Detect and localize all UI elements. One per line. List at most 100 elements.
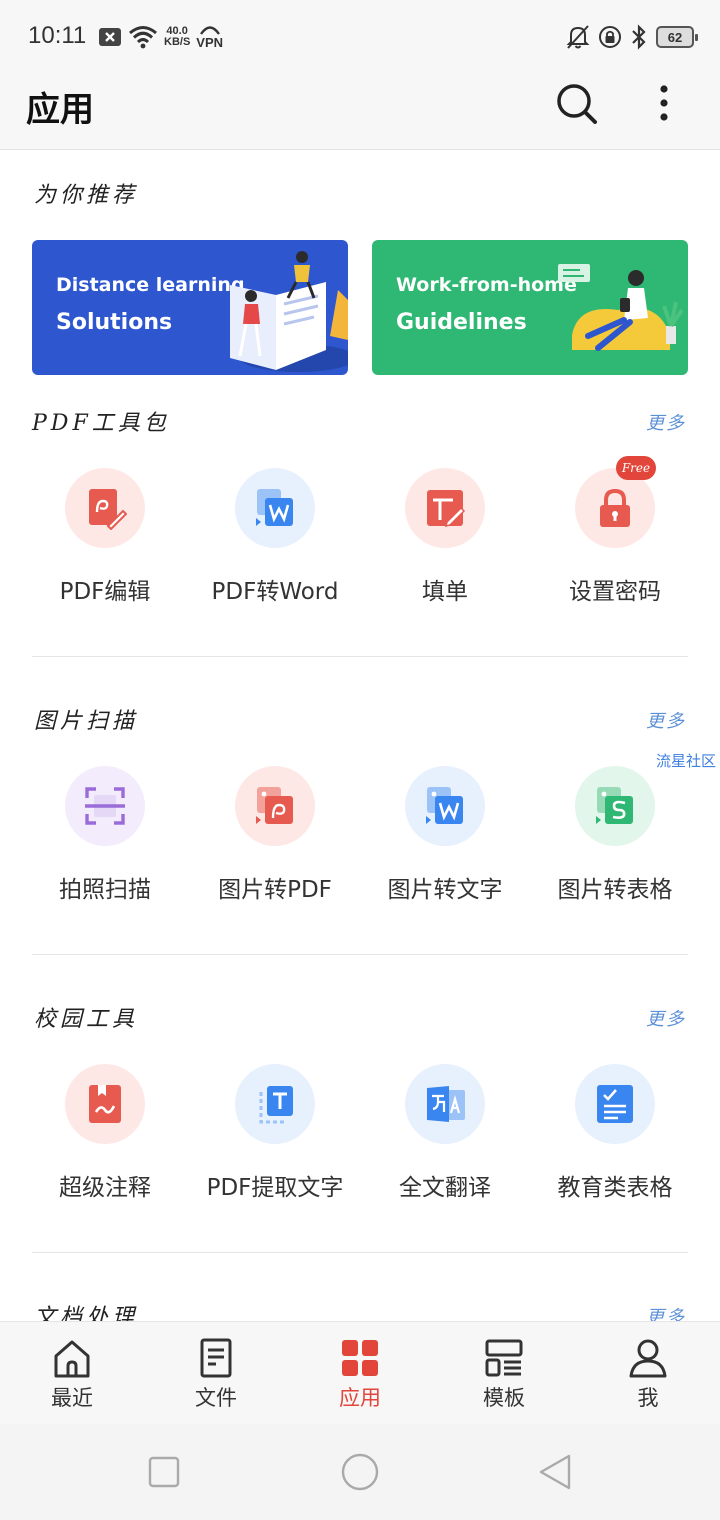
banner-line2: Solutions — [56, 310, 173, 335]
pdf-to-word-icon — [235, 468, 315, 548]
tool-label: 填单 — [422, 579, 468, 605]
tool-edu-form[interactable]: 教育类表格 — [530, 1064, 700, 1224]
pdf-tools-row: PDF编辑 PDF转Word 填单 设置密码 — [20, 468, 700, 628]
more-options-icon[interactable] — [644, 80, 684, 128]
nav-label: 最近 — [51, 1386, 93, 1410]
home-button-icon[interactable] — [340, 1452, 380, 1492]
network-speed: 40.0 KB/S — [164, 26, 190, 48]
free-badge: Free — [616, 456, 656, 480]
home-icon — [54, 1340, 90, 1378]
speed-unit: KB/S — [164, 36, 191, 48]
section-divider — [32, 656, 688, 657]
tool-image-to-sheet[interactable]: 图片转表格 — [530, 766, 700, 926]
campus-tools-more-link[interactable]: 更多 — [646, 1005, 686, 1031]
back-icon[interactable] — [536, 1452, 576, 1492]
banner-line2: Guidelines — [396, 310, 527, 335]
notification-x-icon — [99, 28, 121, 46]
nav-me[interactable]: 我 — [576, 1322, 720, 1425]
search-icon[interactable] — [552, 80, 600, 128]
tool-image-to-text[interactable]: 图片转文字 — [360, 766, 530, 926]
doc-processing-title: 文档处理 — [34, 1305, 139, 1321]
bluetooth-icon — [632, 24, 646, 50]
tool-super-annotate[interactable]: 超级注释 — [20, 1064, 190, 1224]
file-icon — [200, 1338, 232, 1378]
section-divider — [32, 954, 688, 955]
recommend-title: 为你推荐 — [34, 183, 139, 208]
app-header: 应用 — [0, 72, 720, 150]
wifi-icon — [129, 26, 157, 49]
tool-image-to-pdf[interactable]: 图片转PDF — [190, 766, 360, 926]
person-icon — [629, 1339, 667, 1378]
campus-tools-row: 超级注释 PDF提取文字 全文翻译 教育类表格 — [20, 1064, 700, 1224]
annotate-icon — [65, 1064, 145, 1144]
section-divider — [32, 1252, 688, 1253]
tool-label: 拍照扫描 — [59, 877, 151, 903]
nav-recent[interactable]: 最近 — [0, 1322, 144, 1425]
status-right-icons: 62 — [566, 22, 698, 52]
reading-illustration-icon — [230, 251, 348, 372]
vpn-key-icon — [199, 26, 220, 35]
image-to-text-icon — [405, 766, 485, 846]
home-office-illustration-icon — [558, 264, 684, 351]
translate-icon — [405, 1064, 485, 1144]
nav-label: 文件 — [195, 1386, 237, 1410]
tool-label: 教育类表格 — [557, 1175, 673, 1201]
campus-tools-title: 校园工具 — [34, 1007, 139, 1032]
tool-pdf-extract-text[interactable]: PDF提取文字 — [190, 1064, 360, 1224]
tool-fill-form[interactable]: 填单 — [360, 468, 530, 628]
battery-indicator: 62 — [656, 26, 698, 48]
image-scan-more-link[interactable]: 更多 — [646, 707, 686, 733]
status-time: 10:11 — [28, 22, 87, 49]
system-navigation-bar — [0, 1424, 720, 1520]
tool-label: 全文翻译 — [399, 1175, 491, 1201]
fill-form-icon — [405, 468, 485, 548]
pdf-edit-icon — [65, 468, 145, 548]
tool-label: PDF转Word — [211, 579, 339, 605]
nav-files[interactable]: 文件 — [144, 1322, 288, 1425]
bottom-navigation: 最近 文件 应用 模板 我 — [0, 1321, 720, 1424]
tool-label: PDF编辑 — [59, 579, 151, 605]
image-scan-title: 图片扫描 — [34, 709, 139, 734]
app-content: 为你推荐 Distance learning Solutions Work-fr… — [0, 151, 720, 1321]
tool-pdf-to-word[interactable]: PDF转Word — [190, 468, 360, 628]
tool-label: 设置密码 — [569, 579, 661, 605]
nav-label: 模板 — [483, 1386, 525, 1410]
doc-processing-more-link[interactable]: 更多 — [646, 1303, 686, 1321]
status-bar: 10:11 40.0 KB/S VPN 62 — [0, 0, 720, 72]
banner-work-from-home[interactable]: Work-from-home Guidelines — [372, 240, 688, 375]
tool-set-password[interactable]: 设置密码 — [530, 468, 700, 628]
tool-full-translate[interactable]: 全文翻译 — [360, 1064, 530, 1224]
nav-apps[interactable]: 应用 — [288, 1322, 432, 1425]
apps-icon — [342, 1340, 378, 1376]
template-icon — [485, 1339, 523, 1377]
lock-icon — [575, 468, 655, 548]
pdf-tools-more-link[interactable]: 更多 — [646, 409, 686, 435]
image-scan-row: 拍照扫描 图片转PDF 图片转文字 图片转表格 — [20, 766, 700, 926]
tool-label: 超级注释 — [59, 1175, 151, 1201]
recent-apps-icon[interactable] — [144, 1452, 184, 1492]
nav-label: 应用 — [339, 1386, 381, 1410]
tool-pdf-edit[interactable]: PDF编辑 — [20, 468, 190, 628]
pdf-tools-title: PDF工具包 — [32, 411, 170, 436]
extract-text-icon — [235, 1064, 315, 1144]
tool-photo-scan[interactable]: 拍照扫描 — [20, 766, 190, 926]
rotation-lock-icon — [599, 26, 621, 48]
nav-templates[interactable]: 模板 — [432, 1322, 576, 1425]
image-to-pdf-icon — [235, 766, 315, 846]
banner-line1: Distance learning — [56, 274, 245, 296]
edu-form-icon — [575, 1064, 655, 1144]
scan-icon — [65, 766, 145, 846]
vpn-label: VPN — [196, 35, 224, 50]
tool-label: PDF提取文字 — [206, 1175, 344, 1201]
bell-off-icon — [566, 25, 590, 49]
status-left-icons: 40.0 KB/S VPN — [98, 22, 223, 52]
tool-label: 图片转文字 — [387, 877, 503, 903]
banner-distance-learning[interactable]: Distance learning Solutions — [32, 240, 348, 375]
nav-label: 我 — [637, 1386, 659, 1410]
app-screen: 10:11 40.0 KB/S VPN 62 应用 为你推荐 Distance … — [0, 0, 720, 1520]
banner-line1: Work-from-home — [396, 274, 577, 296]
vpn-indicator: VPN — [196, 24, 223, 50]
tool-label: 图片转表格 — [557, 877, 673, 903]
tool-label: 图片转PDF — [218, 877, 332, 903]
page-title: 应用 — [26, 90, 94, 130]
